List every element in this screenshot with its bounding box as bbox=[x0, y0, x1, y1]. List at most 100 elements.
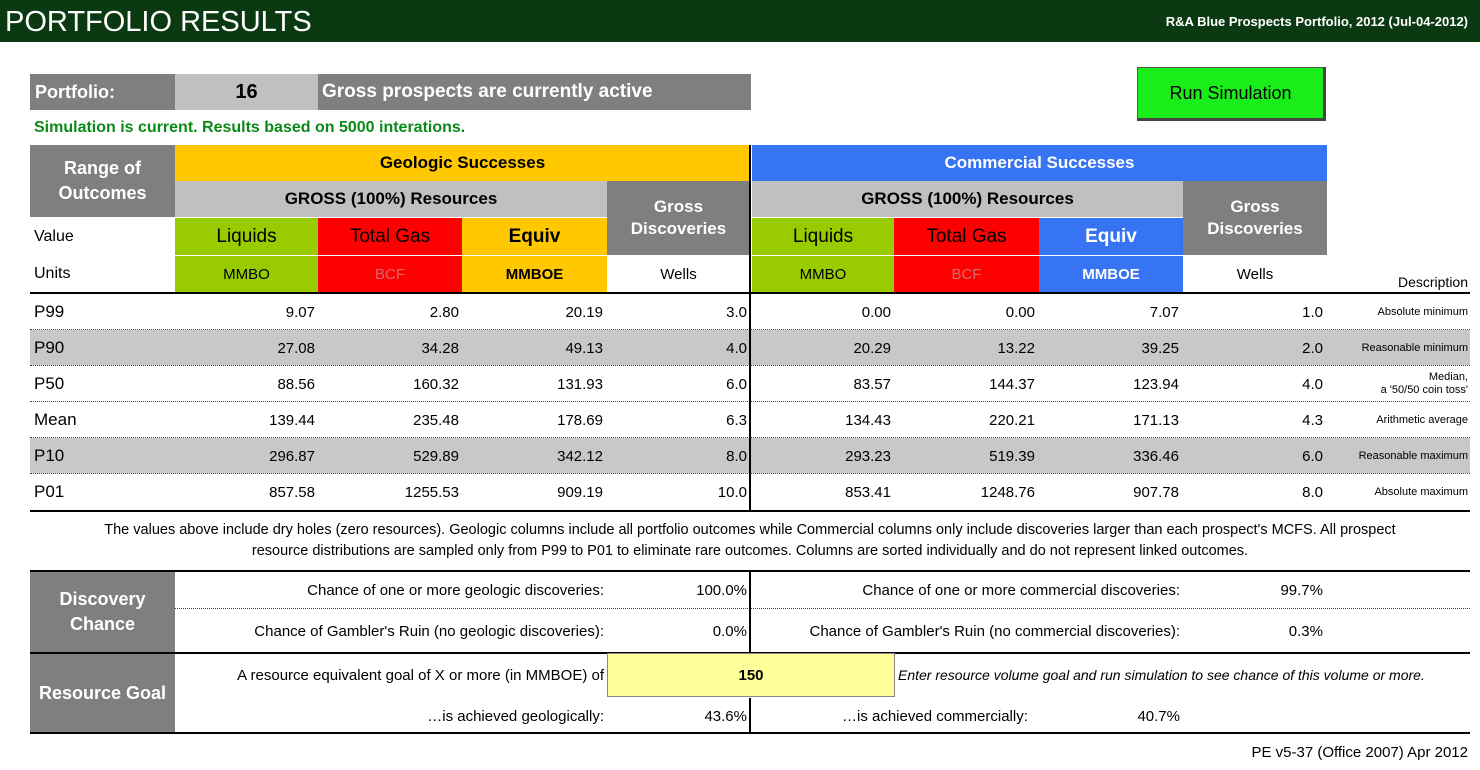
commercial-wells-value: 4.0 bbox=[1302, 375, 1323, 393]
row-description: Absolute minimum bbox=[1330, 294, 1468, 330]
discovery-center-divider bbox=[749, 572, 751, 652]
goal-center-divider bbox=[749, 698, 751, 732]
row-label: P99 bbox=[34, 302, 65, 321]
commercial-liquids-header: Liquids bbox=[752, 218, 894, 255]
geologic-liquids-value: 27.08 bbox=[277, 339, 315, 357]
commercial-gross-discoveries-header: Gross Discoveries bbox=[1183, 181, 1327, 255]
portfolio-label: Portfolio: bbox=[30, 74, 175, 110]
row-label: Mean bbox=[34, 410, 77, 429]
geologic-gross-discoveries-header: Gross Discoveries bbox=[607, 181, 750, 255]
commercial-liquids-value: 0.00 bbox=[861, 303, 891, 321]
geologic-liquids-value: 139.44 bbox=[269, 411, 315, 429]
geologic-wells-value: 10.0 bbox=[717, 483, 747, 501]
commercial-liquids-value: 853.41 bbox=[845, 483, 891, 501]
geologic-total-gas-header: Total Gas bbox=[318, 218, 462, 255]
row-label: P01 bbox=[34, 482, 65, 501]
portfolio-description: Gross prospects are currently active bbox=[318, 74, 751, 110]
geo-one-discovery-value: 100.0% bbox=[696, 581, 747, 599]
resource-goal-input[interactable]: 150 bbox=[607, 653, 895, 697]
commercial-liquids-value: 83.57 bbox=[853, 375, 891, 393]
geologic-gas-value: 2.80 bbox=[429, 303, 459, 321]
geologic-equiv-header: Equiv bbox=[462, 218, 607, 255]
row-description-line-1: Absolute maximum bbox=[1374, 485, 1468, 498]
commercial-wells-value: 1.0 bbox=[1302, 303, 1323, 321]
geologic-liquids-header: Liquids bbox=[175, 218, 318, 255]
results-note: The values above include dry holes (zero… bbox=[40, 520, 1460, 564]
page-title: PORTFOLIO RESULTS bbox=[5, 5, 312, 38]
geo-ruin-label: Chance of Gambler's Ruin (no geologic di… bbox=[254, 622, 604, 640]
table-center-divider bbox=[749, 145, 751, 511]
goal-bottom-rule bbox=[30, 732, 1470, 734]
results-note-line-1: The values above include dry holes (zero… bbox=[104, 522, 1396, 538]
geologic-gross-resources-header: GROSS (100%) Resources bbox=[175, 181, 607, 217]
commercial-gas-value: 519.39 bbox=[989, 447, 1035, 465]
commercial-gas-value: 13.22 bbox=[997, 339, 1035, 357]
commercial-gas-value: 144.37 bbox=[989, 375, 1035, 393]
commercial-equiv-value: 336.46 bbox=[1133, 447, 1179, 465]
units-label: Units bbox=[34, 265, 71, 282]
geologic-wells-value: 8.0 bbox=[726, 447, 747, 465]
geologic-liquids-value: 88.56 bbox=[277, 375, 315, 393]
range-of-outcomes-header: Range of Outcomes bbox=[30, 145, 175, 217]
goal-hint: Enter resource volume goal and run simul… bbox=[898, 667, 1425, 683]
description-header: Description bbox=[1397, 274, 1468, 290]
geologic-equiv-value: 49.13 bbox=[565, 339, 603, 357]
com-ruin-value: 0.3% bbox=[1288, 622, 1323, 640]
geologic-gas-value: 235.48 bbox=[413, 411, 459, 429]
geologic-liquids-value: 9.07 bbox=[285, 303, 315, 321]
com-ruin-label: Chance of Gambler's Ruin (no commercial … bbox=[809, 622, 1181, 640]
commercial-equiv-value: 39.25 bbox=[1141, 339, 1179, 357]
geologic-wells-value: 6.0 bbox=[726, 375, 747, 393]
commercial-equiv-value: 123.94 bbox=[1133, 375, 1179, 393]
goal-geo-value: 43.6% bbox=[704, 707, 747, 725]
commercial-equiv-value: 7.07 bbox=[1149, 303, 1179, 321]
row-description-line-1: Reasonable minimum bbox=[1361, 341, 1468, 354]
commercial-equiv-header: Equiv bbox=[1039, 218, 1183, 255]
geologic-liquids-value: 857.58 bbox=[269, 483, 315, 501]
commercial-gas-value: 0.00 bbox=[1005, 303, 1035, 321]
geologic-successes-header: Geologic Successes bbox=[175, 145, 750, 181]
row-description-line-1: Arithmetic average bbox=[1376, 413, 1468, 426]
geologic-equiv-unit: MMBOE bbox=[462, 256, 607, 292]
geologic-equiv-value: 342.12 bbox=[557, 447, 603, 465]
portfolio-name: R&A Blue Prospects Portfolio, 2012 (Jul-… bbox=[1165, 13, 1468, 29]
commercial-liquids-unit: MMBO bbox=[752, 256, 894, 292]
geologic-liquids-unit: MMBO bbox=[175, 256, 318, 292]
run-simulation-button[interactable]: Run Simulation bbox=[1137, 67, 1326, 121]
geologic-equiv-value: 20.19 bbox=[565, 303, 603, 321]
row-description-line-2: a '50/50 coin toss' bbox=[1380, 384, 1468, 396]
commercial-wells-value: 6.0 bbox=[1302, 447, 1323, 465]
row-label: P10 bbox=[34, 446, 65, 465]
goal-prompt: A resource equivalent goal of X or more … bbox=[237, 666, 604, 684]
com-one-discovery-value: 99.7% bbox=[1280, 581, 1323, 599]
commercial-liquids-value: 134.43 bbox=[845, 411, 891, 429]
commercial-gross-resources-header: GROSS (100%) Resources bbox=[752, 181, 1183, 217]
goal-com-value: 40.7% bbox=[1137, 707, 1180, 725]
geologic-equiv-value: 131.93 bbox=[557, 375, 603, 393]
row-label: P50 bbox=[34, 374, 65, 393]
row-description: Arithmetic average bbox=[1330, 402, 1468, 438]
row-description: Reasonable maximum bbox=[1330, 438, 1468, 474]
discovery-chance-label: Discovery Chance bbox=[30, 572, 175, 652]
commercial-gas-unit: BCF bbox=[894, 256, 1039, 292]
commercial-equiv-value: 907.78 bbox=[1133, 483, 1179, 501]
commercial-wells-unit: Wells bbox=[1236, 265, 1274, 283]
row-label: P90 bbox=[34, 338, 65, 357]
commercial-liquids-value: 20.29 bbox=[853, 339, 891, 357]
geologic-gas-unit: BCF bbox=[318, 256, 462, 292]
geologic-equiv-value: 178.69 bbox=[557, 411, 603, 429]
geologic-liquids-value: 296.87 bbox=[269, 447, 315, 465]
goal-geo-label: …is achieved geologically: bbox=[427, 707, 604, 725]
commercial-gas-value: 220.21 bbox=[989, 411, 1035, 429]
row-description-line-1: Median, bbox=[1428, 371, 1468, 383]
geologic-wells-value: 4.0 bbox=[726, 339, 747, 357]
simulation-status: Simulation is current. Results based on … bbox=[34, 119, 466, 136]
results-note-line-2: resource distributions are sampled only … bbox=[251, 543, 1249, 559]
geologic-wells-value: 3.0 bbox=[726, 303, 747, 321]
row-description: Reasonable minimum bbox=[1330, 330, 1468, 366]
geologic-wells-unit: Wells bbox=[660, 265, 697, 283]
value-label: Value bbox=[34, 227, 74, 245]
geologic-wells-value: 6.3 bbox=[726, 411, 747, 429]
row-description-line-1: Reasonable maximum bbox=[1358, 449, 1468, 462]
geologic-gas-value: 529.89 bbox=[413, 447, 459, 465]
